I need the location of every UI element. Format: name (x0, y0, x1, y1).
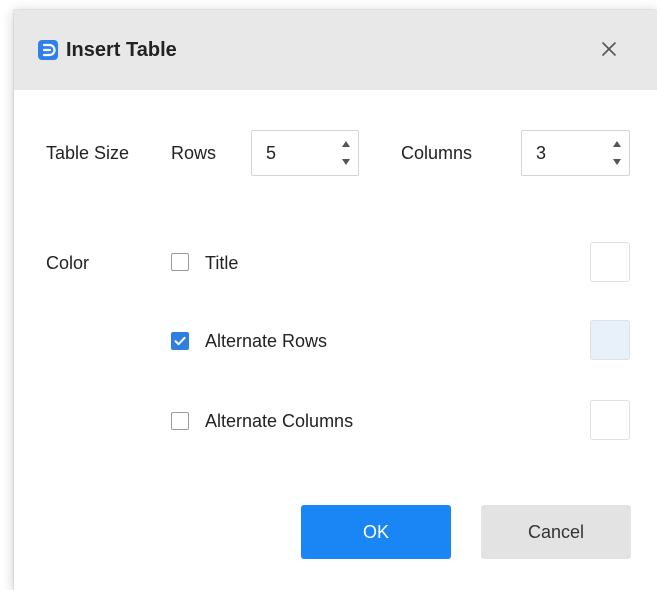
title-color-swatch[interactable] (590, 242, 630, 282)
rows-stepper[interactable]: 5 (251, 130, 359, 176)
cancel-button[interactable]: Cancel (481, 505, 631, 559)
dialog-titlebar: Insert Table (14, 10, 657, 90)
rows-label: Rows (171, 143, 217, 163)
close-icon (602, 42, 616, 56)
close-button[interactable] (596, 36, 622, 62)
columns-value[interactable]: 3 (536, 141, 546, 165)
columns-stepper[interactable]: 3 (521, 130, 630, 176)
alternate-columns-checkbox[interactable] (171, 412, 189, 430)
insert-table-dialog: Insert Table Table Size Rows 5 Columns 3 (14, 10, 657, 590)
edraw-logo-icon (38, 40, 58, 60)
color-label: Color (46, 253, 90, 273)
checkmark-icon (174, 336, 186, 346)
rows-value[interactable]: 5 (266, 141, 276, 165)
ok-button[interactable]: OK (301, 505, 451, 559)
spin-up-icon[interactable] (611, 138, 623, 150)
spin-down-icon[interactable] (611, 156, 623, 168)
title-option-label[interactable]: Title (205, 251, 238, 275)
alternate-rows-checkbox[interactable] (171, 332, 189, 350)
spin-up-icon[interactable] (340, 138, 352, 150)
dialog-title: Insert Table (66, 39, 177, 61)
table-size-label: Table Size (46, 143, 130, 163)
title-checkbox[interactable] (171, 253, 189, 271)
alternate-rows-color-swatch[interactable] (590, 320, 630, 360)
alternate-rows-label[interactable]: Alternate Rows (205, 329, 327, 353)
columns-label: Columns (401, 143, 473, 163)
spin-down-icon[interactable] (340, 156, 352, 168)
alternate-columns-label[interactable]: Alternate Columns (205, 409, 353, 433)
alternate-columns-color-swatch[interactable] (590, 400, 630, 440)
